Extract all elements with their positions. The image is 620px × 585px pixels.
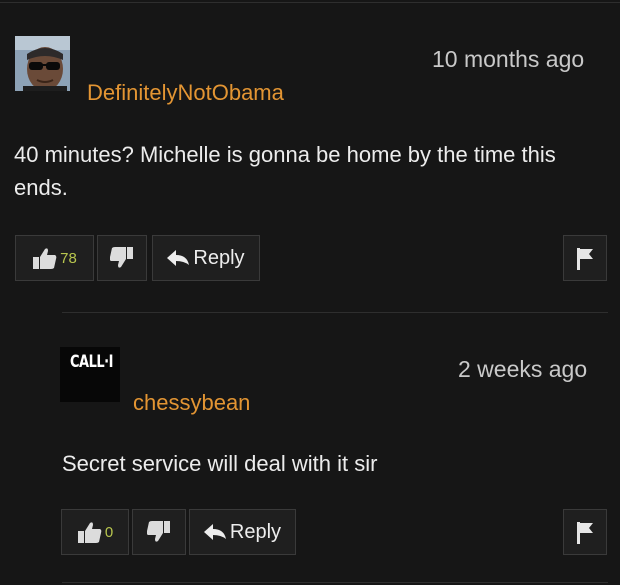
- person-sunglasses-avatar-icon: [15, 36, 70, 91]
- upvote-button[interactable]: 78: [15, 235, 94, 281]
- username[interactable]: chessybean: [133, 390, 250, 416]
- reply-arrow-icon: [203, 524, 226, 540]
- avatar[interactable]: CALL·I: [60, 347, 120, 402]
- comment-text: Secret service will deal with it sir: [62, 451, 378, 476]
- downvote-button[interactable]: [97, 235, 147, 281]
- downvote-button[interactable]: [132, 509, 186, 555]
- timestamp: 10 months ago: [432, 46, 585, 72]
- thumbs-down-icon: [110, 247, 133, 268]
- reply-label: Reply: [229, 520, 282, 543]
- comment-text: 40 minutes? Michelle is gonna be home by…: [14, 142, 556, 200]
- upvote-count: 0: [104, 523, 114, 541]
- flag-icon: [577, 248, 593, 270]
- upvote-button[interactable]: 0: [61, 509, 129, 555]
- flag-button[interactable]: [563, 509, 607, 555]
- timestamp: 2 weeks ago: [458, 356, 588, 382]
- upvote-count: 78: [60, 249, 77, 267]
- avatar[interactable]: [15, 36, 70, 91]
- thumbs-up-icon: [77, 522, 102, 543]
- reply-button[interactable]: Reply: [189, 509, 296, 555]
- thumbs-up-icon: [33, 248, 57, 269]
- reply-label: Reply: [193, 246, 245, 269]
- comment-divider: [62, 312, 608, 313]
- bottom-divider: [62, 582, 608, 583]
- flag-icon: [577, 522, 593, 544]
- username[interactable]: DefinitelyNotObama: [87, 80, 284, 106]
- avatar-text: CALL·I: [70, 352, 113, 373]
- reply-arrow-icon: [167, 250, 190, 266]
- top-divider: [0, 2, 620, 3]
- reply-button[interactable]: Reply: [152, 235, 260, 281]
- thumbs-down-icon: [147, 521, 170, 542]
- flag-button[interactable]: [563, 235, 607, 281]
